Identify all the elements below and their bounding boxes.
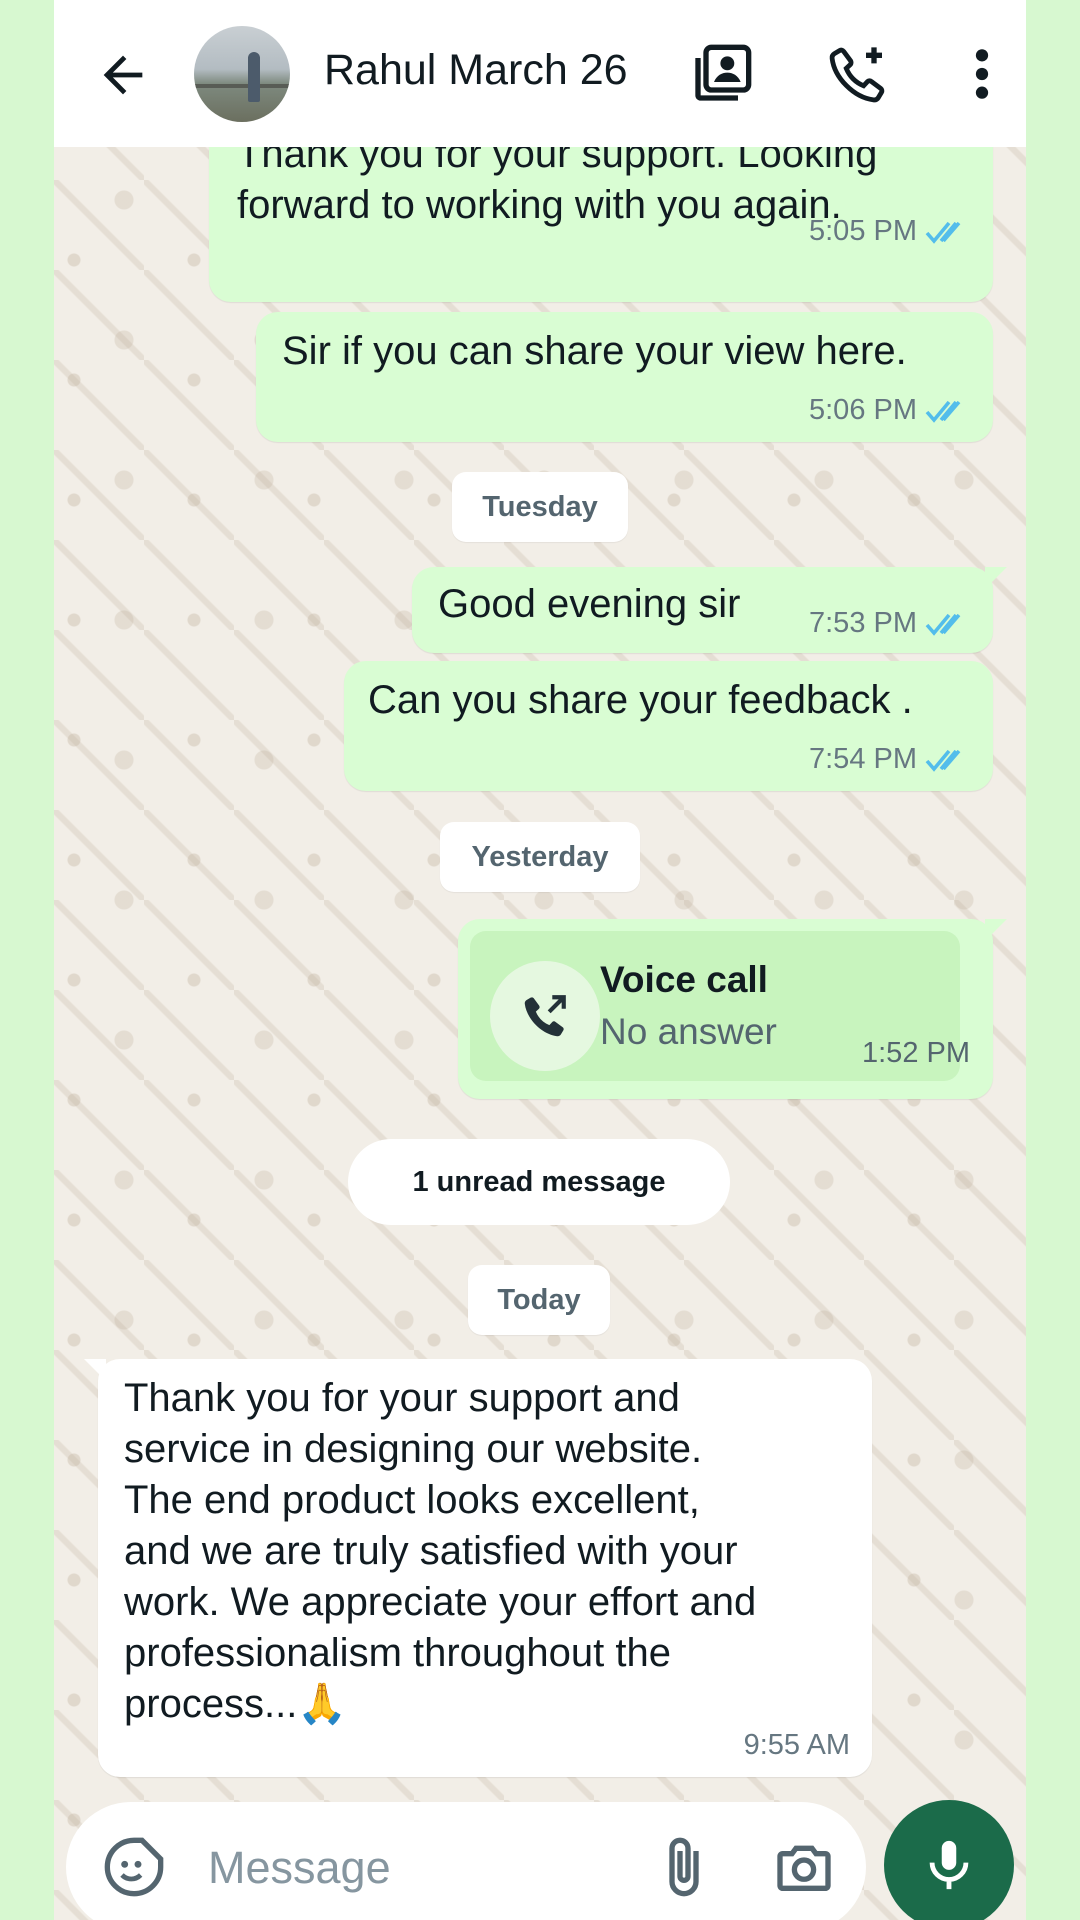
date-divider: Tuesday bbox=[452, 472, 628, 542]
outgoing-message[interactable]: Good evening sir 7:53 PM bbox=[412, 567, 1007, 653]
mic-icon bbox=[929, 1840, 969, 1890]
chat-screen: Rahul March 26 Thank you for your suppor… bbox=[54, 0, 1026, 1920]
double-check-icon bbox=[925, 400, 961, 423]
message-text: Can you share your feedback . bbox=[368, 678, 913, 722]
call-status: No answer bbox=[600, 1011, 777, 1052]
message-text: Thank you for your support and service i… bbox=[124, 1376, 757, 1726]
chat-header: Rahul March 26 bbox=[54, 0, 1026, 147]
message-text: Good evening sir bbox=[438, 582, 741, 626]
message-time: 1:52 PM bbox=[862, 1037, 970, 1069]
sticker-icon[interactable] bbox=[102, 1835, 166, 1899]
message-meta: 7:53 PM bbox=[809, 607, 969, 640]
double-check-icon bbox=[925, 613, 961, 636]
missed-call-icon bbox=[490, 961, 600, 1071]
message-composer[interactable]: Message bbox=[66, 1802, 866, 1920]
outgoing-message[interactable]: Can you share your feedback . 7:54 PM bbox=[344, 661, 993, 791]
attach-icon[interactable] bbox=[652, 1835, 716, 1899]
contact-card-icon[interactable] bbox=[690, 42, 754, 106]
message-time: 5:06 PM bbox=[809, 394, 917, 426]
add-call-icon[interactable] bbox=[826, 42, 890, 106]
avatar[interactable] bbox=[194, 26, 290, 122]
message-meta: 5:06 PM bbox=[809, 394, 969, 427]
message-time: 7:53 PM bbox=[809, 607, 917, 639]
call-card[interactable]: Voice call No answer 1:52 PM bbox=[470, 931, 970, 1081]
message-time: 9:55 AM bbox=[743, 1729, 850, 1761]
date-divider: Yesterday bbox=[440, 822, 640, 892]
camera-icon[interactable] bbox=[772, 1835, 836, 1899]
message-input[interactable]: Message bbox=[208, 1842, 391, 1894]
voice-call-message[interactable]: Voice call No answer 1:52 PM bbox=[458, 919, 1007, 1099]
message-meta: 7:54 PM bbox=[809, 743, 969, 776]
mic-button[interactable] bbox=[884, 1800, 1014, 1920]
message-time: 5:05 PM bbox=[809, 215, 917, 247]
message-text: Sir if you can share your view here. bbox=[282, 329, 907, 373]
message-time: 7:54 PM bbox=[809, 743, 917, 775]
message-meta: 5:05 PM bbox=[809, 215, 969, 248]
call-title: Voice call bbox=[600, 959, 768, 1000]
unread-messages-banner: 1 unread message bbox=[348, 1139, 730, 1225]
date-divider: Today bbox=[468, 1265, 610, 1335]
outgoing-message[interactable]: Sir if you can share your view here. 5:0… bbox=[256, 312, 993, 442]
double-check-icon bbox=[925, 749, 961, 772]
incoming-message[interactable]: Thank you for your support and service i… bbox=[84, 1359, 872, 1777]
back-arrow-icon[interactable] bbox=[94, 46, 152, 104]
more-vert-icon[interactable] bbox=[962, 42, 1002, 106]
contact-name[interactable]: Rahul March 26 bbox=[324, 46, 628, 95]
message-list[interactable]: Thank you for your support. Looking forw… bbox=[54, 107, 1026, 1787]
double-check-icon bbox=[925, 221, 961, 244]
